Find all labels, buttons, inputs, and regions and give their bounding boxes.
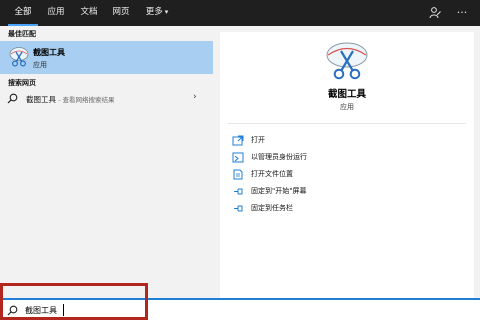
more-options-icon[interactable]: ··· [455, 6, 469, 20]
search-input[interactable]: 截图工具 [25, 305, 57, 316]
tab-all[interactable]: 全部 [8, 0, 38, 26]
web-result-suffix: - 查看网络搜索结果 [56, 96, 115, 104]
search-filter-bar: 全部 应用 文档 网页 更多 ▾ ··· [0, 0, 480, 26]
search-icon [7, 305, 18, 316]
pin-taskbar-icon [234, 205, 243, 212]
feedback-icon-svg [429, 7, 441, 19]
open-icon [232, 135, 244, 146]
tab-more[interactable]: 更多 ▾ [140, 0, 174, 26]
snipping-tool-icon [9, 47, 29, 67]
preview-pane: 截图工具 应用 打开 以管理员身份运行 打开文件位置 固定到"开始"屏幕 固定到… [220, 32, 474, 298]
search-box[interactable]: 截图工具 [0, 298, 480, 320]
feedback-icon[interactable] [428, 6, 442, 20]
best-match-subtitle: 应用 [33, 61, 47, 69]
action-run-as-admin-label: 以管理员身份运行 [251, 153, 307, 161]
tab-web[interactable]: 网页 [107, 0, 135, 26]
file-location-icon [233, 169, 243, 180]
action-pin-to-taskbar-label: 固定到任务栏 [251, 204, 293, 212]
text-caret [63, 304, 64, 316]
pin-start-icon [234, 188, 243, 195]
snipping-tool-large-icon [326, 42, 368, 80]
web-result-text: 截图工具 - 查看网络搜索结果 [26, 94, 114, 105]
best-match-item[interactable]: 截图工具 应用 [0, 41, 213, 74]
tab-apps[interactable]: 应用 [42, 0, 70, 26]
tab-web-label: 网页 [112, 7, 130, 17]
web-search-result[interactable]: 截图工具 - 查看网络搜索结果 › [0, 90, 213, 108]
preview-title: 截图工具 [327, 89, 366, 100]
action-pin-to-start-label: 固定到"开始"屏幕 [251, 187, 307, 195]
tab-more-label: 更多 [145, 7, 163, 17]
chevron-right-icon[interactable]: › [193, 92, 197, 102]
tab-apps-label: 应用 [47, 7, 65, 17]
web-search-heading: 搜索网页 [8, 79, 36, 87]
best-match-heading: 最佳匹配 [8, 30, 36, 38]
preview-subtitle: 应用 [340, 103, 354, 111]
tab-documents[interactable]: 文档 [75, 0, 103, 26]
results-list: 最佳匹配 截图工具 应用 搜索网页 截图工具 - 查看网络搜索结果 › [0, 26, 213, 298]
action-open-file-location-label: 打开文件位置 [251, 170, 293, 178]
tab-all-label: 全部 [14, 7, 32, 17]
chevron-down-icon: ▾ [164, 8, 169, 16]
action-open-label: 打开 [251, 136, 265, 144]
run-as-admin-icon [232, 152, 244, 163]
ellipsis-icon: ··· [456, 6, 468, 19]
search-results-panel: 最佳匹配 截图工具 应用 搜索网页 截图工具 - 查看网络搜索结果 › 截图工具… [0, 26, 480, 298]
web-result-query: 截图工具 [26, 95, 56, 104]
search-icon [7, 93, 18, 104]
divider [228, 123, 466, 124]
tab-documents-label: 文档 [80, 7, 98, 17]
best-match-title: 截图工具 [33, 48, 65, 57]
